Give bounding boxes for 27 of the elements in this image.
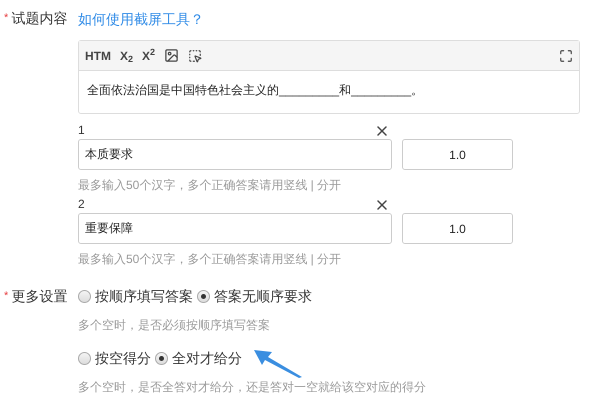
hint-text: 多个空时，是否必须按顺序填写答案 [78, 317, 271, 334]
hint-text: 最多输入50个汉字，多个正确答案请用竖线 | 分开 [78, 177, 342, 194]
toolbar-button[interactable]: HTM [85, 46, 111, 64]
radio-option[interactable]: 按顺序填写答案 [78, 286, 193, 306]
required-mark: * [4, 11, 8, 26]
arrow-icon [254, 348, 304, 378]
answer-field[interactable]: 本质要求 [78, 139, 392, 170]
blank-number: 1 [78, 122, 85, 139]
score-field[interactable]: 1.0 [402, 139, 513, 170]
answer-field[interactable]: 重要保障 [78, 213, 392, 244]
hint-text: 多个空时，是否全答对才给分，还是答对一空就给该空对应的得分 [78, 379, 427, 396]
required-mark: * [4, 289, 8, 304]
fullscreen-icon[interactable] [559, 48, 573, 62]
radio-option[interactable]: 答案无顺序要求 [197, 286, 312, 306]
hint-text: 最多输入50个汉字，多个正确答案请用竖线 | 分开 [78, 251, 342, 268]
field-label: 更多设置 [11, 287, 68, 306]
toolbar-button[interactable]: X$_{2}$ [120, 46, 134, 64]
toolbar-button[interactable]: X$^{2}$ [142, 46, 156, 64]
select-icon[interactable] [188, 48, 202, 62]
score-field[interactable]: 1.0 [402, 213, 513, 244]
field-label: 试题内容 [11, 9, 68, 28]
radio-option[interactable]: 全对才给分 [155, 348, 242, 368]
image-icon[interactable] [164, 48, 180, 63]
radio-option[interactable]: 按空得分 [78, 348, 151, 368]
help-link[interactable]: 如何使用截屏工具？ [78, 11, 204, 27]
editor-body[interactable]: 全面依法治国是中国特色社会主义的_________和_________。 [79, 71, 579, 113]
blank-number: 2 [78, 196, 85, 213]
